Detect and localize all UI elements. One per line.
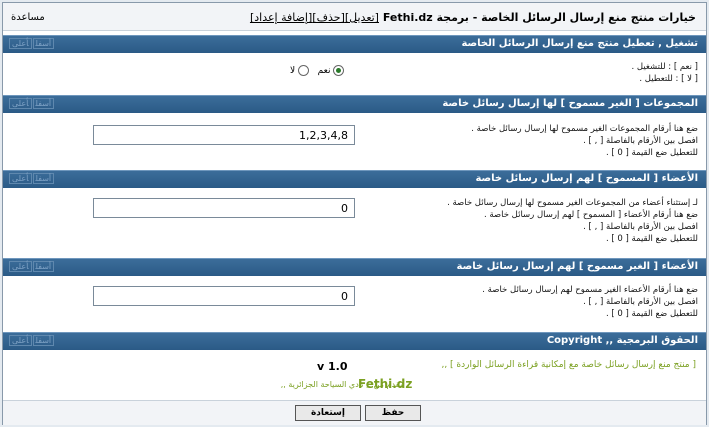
radio-no[interactable]	[298, 65, 310, 76]
section-header-toggle: تشغيل , تعطيل منتج منع إرسال الرسائل الخ…	[3, 35, 706, 53]
page-title-text: خيارات منتج منع إرسال الرسائل الخاصة - ب…	[382, 11, 696, 24]
section-header-copyright: الحقوق البرمجية ,, Copyright أسفلأعلى	[3, 332, 706, 350]
section-move-buttons: أسفلأعلى	[9, 335, 55, 346]
section-header-members-blocked: الأعضاء [ الغير مسموح ] لهم إرسال رسائل …	[3, 258, 706, 276]
description-line: [ لا ] : للتعطيل .	[639, 74, 698, 84]
section-move-buttons: أسفلأعلى	[9, 173, 55, 184]
version-label: v 1.0	[317, 360, 348, 373]
settings-window: مساعدة خيارات منتج منع إرسال الرسائل الخ…	[2, 2, 707, 425]
description-line: لـ إستثناء أعضاء من المجموعات الغير مسمو…	[447, 198, 698, 208]
move-down-button[interactable]: أسفل	[32, 98, 55, 109]
section-move-buttons: أسفلأعلى	[9, 98, 55, 109]
delete-link[interactable]: [حذف]	[312, 11, 345, 24]
radio-no-label: لا	[290, 66, 296, 76]
description-line: للتعطيل ضع القيمة [ 0 ] .	[605, 234, 698, 244]
description-line: افصل بين الأرقام بالفاصلة [ , ] .	[583, 222, 698, 232]
description-line: افصل بين الأرقام بالفاصلة [ , ] .	[583, 297, 698, 307]
move-up-button[interactable]: أعلى	[9, 38, 32, 49]
title-links: [تعديل][حذف][إضافة إعداد]	[250, 11, 379, 24]
product-description: [ منتج منع إرسال رسائل خاصة مع إمكانية ق…	[441, 360, 696, 370]
edit-link[interactable]: [تعديل]	[345, 11, 379, 24]
button-bar: إستعادة حفظ	[3, 400, 706, 425]
section-title: الحقوق البرمجية ,, Copyright	[546, 335, 698, 346]
move-up-button[interactable]: أعلى	[9, 335, 32, 346]
section-title: الأعضاء [ المسموح ] لهم إرسال رسائل خاصة	[475, 173, 698, 184]
members-blocked-input[interactable]	[93, 286, 355, 306]
toggle-radio-group: نعم لا	[290, 65, 345, 76]
groups-blocked-input[interactable]	[93, 125, 355, 145]
description-line: [ نعم ] : للتشغيل .	[631, 62, 699, 72]
move-up-button[interactable]: أعلى	[9, 98, 32, 109]
title-bar: مساعدة خيارات منتج منع إرسال الرسائل الخ…	[3, 3, 706, 31]
move-down-button[interactable]: أسفل	[32, 38, 55, 49]
section-header-groups-blocked: المجموعات [ الغير مسموح ] لها إرسال رسائ…	[3, 95, 706, 113]
section-description: ضع هنا أرقام المجموعات الغير مسموح لها إ…	[471, 123, 698, 159]
section-title: المجموعات [ الغير مسموح ] لها إرسال رسائ…	[442, 98, 698, 109]
move-up-button[interactable]: أعلى	[9, 173, 32, 184]
section-description: لـ إستثناء أعضاء من المجموعات الغير مسمو…	[447, 197, 698, 245]
radio-yes-label: نعم	[317, 66, 331, 76]
section-title: الأعضاء [ الغير مسموح ] لهم إرسال رسائل …	[456, 261, 698, 272]
offered-by: مقدم من ,, نادي السياحة الجزائرية ,,	[280, 380, 404, 389]
radio-yes[interactable]	[333, 65, 345, 76]
section-description: [ نعم ] : للتشغيل . [ لا ] : للتعطيل .	[632, 61, 699, 85]
move-down-button[interactable]: أسفل	[32, 335, 55, 346]
section-move-buttons: أسفلأعلى	[9, 38, 55, 49]
description-line: افصل بين الأرقام بالفاصلة [ , ] .	[583, 136, 698, 146]
save-button[interactable]: حفظ	[365, 405, 421, 421]
members-allowed-input[interactable]	[93, 198, 355, 218]
move-down-button[interactable]: أسفل	[32, 173, 55, 184]
page-title: خيارات منتج منع إرسال الرسائل الخاصة - ب…	[250, 11, 696, 24]
description-line: ضع هنا أرقام الأعضاء الغير مسموح لهم إرس…	[482, 285, 698, 295]
section-move-buttons: أسفلأعلى	[9, 261, 55, 272]
help-link[interactable]: مساعدة	[11, 12, 45, 23]
move-up-button[interactable]: أعلى	[9, 261, 32, 272]
restore-button[interactable]: إستعادة	[295, 405, 361, 421]
description-line: للتعطيل ضع القيمة [ 0 ] .	[605, 309, 698, 319]
add-setting-link[interactable]: [إضافة إعداد]	[250, 11, 312, 24]
move-down-button[interactable]: أسفل	[32, 261, 55, 272]
section-description: ضع هنا أرقام الأعضاء الغير مسموح لهم إرس…	[482, 284, 698, 320]
section-title: تشغيل , تعطيل منتج منع إرسال الرسائل الخ…	[461, 38, 698, 49]
description-line: ضع هنا أرقام المجموعات الغير مسموح لها إ…	[471, 124, 698, 134]
description-line: ضع هنا أرقام الأعضاء [ المسموح ] لهم إرس…	[483, 210, 698, 220]
description-line: للتعطيل ضع القيمة [ 0 ] .	[605, 148, 698, 158]
section-header-members-allowed: الأعضاء [ المسموح ] لهم إرسال رسائل خاصة…	[3, 170, 706, 188]
